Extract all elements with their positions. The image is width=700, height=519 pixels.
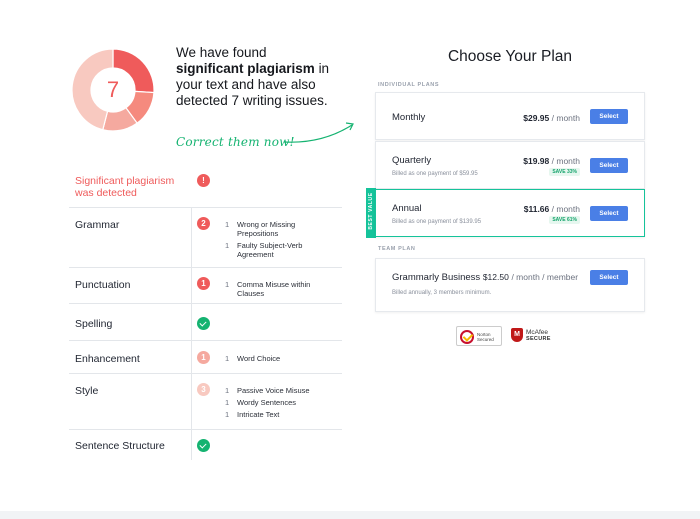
select-quarterly-button[interactable]: Select	[590, 158, 628, 173]
plan-name: Quarterly	[392, 155, 432, 166]
checkmark-icon	[197, 317, 210, 330]
issue-row-plagiarism: Significant plagiarism was detected !	[69, 168, 342, 208]
grammar-subitems: 1 Wrong or Missing Prepositions 1 Faulty S…	[225, 220, 335, 262]
save-badge: SAVE 61%	[549, 216, 580, 224]
select-monthly-button[interactable]: Select	[590, 109, 628, 124]
plagiarism-label: Significant plagiarism was detected	[75, 175, 175, 199]
style-label: Style	[75, 385, 99, 397]
list-item: 1 Wrong or Missing Prepositions	[225, 220, 296, 238]
column-divider	[191, 268, 192, 303]
style-subitems: 1 Passive Voice Misuse 1 Wordy Sentences 1…	[225, 386, 335, 422]
checkmark-icon	[197, 439, 210, 452]
issue-row-sentence-structure[interactable]: Sentence Structure	[69, 430, 342, 460]
list-item: 1 Wordy Sentences	[225, 398, 297, 407]
team-plan-label: TEAM PLAN	[378, 246, 416, 252]
issue-row-enhancement[interactable]: Enhancement 1 1 Word Choice	[69, 341, 342, 374]
results-headline: We have found significant plagiarism in …	[176, 45, 330, 108]
billing-note: Billed annually, 3 members minimum.	[392, 290, 492, 296]
plan-name: Monthly	[392, 112, 426, 123]
list-item: 1 Intricate Text	[225, 410, 280, 419]
norton-secured-badge: Norton Secured	[456, 326, 502, 346]
enhancement-label: Enhancement	[75, 353, 140, 365]
grammar-count-badge: 2	[197, 217, 210, 230]
correct-now-link[interactable]: Correct them now!	[176, 135, 295, 149]
issue-row-punctuation[interactable]: Punctuation 1 1 Comma Misuse within Claus…	[69, 268, 342, 304]
billing-note: Billed as one payment of $139.95	[392, 219, 482, 225]
issues-table: Significant plagiarism was detected ! Gr…	[69, 168, 342, 460]
enhancement-subitems: 1 Word Choice	[225, 354, 335, 366]
mcafee-shield-icon: M	[511, 328, 523, 342]
list-item: 1 Word Choice	[225, 354, 281, 363]
select-annual-button[interactable]: Select	[590, 206, 628, 221]
style-count-badge: 3	[197, 383, 210, 396]
select-business-button[interactable]: Select	[590, 270, 628, 285]
column-divider	[191, 341, 192, 373]
plan-price: $19.98 / month	[523, 156, 580, 166]
sentence-structure-label: Sentence Structure	[75, 440, 165, 452]
list-item: 1 Passive Voice Misuse	[225, 386, 310, 395]
norton-check-icon	[460, 330, 474, 344]
enhancement-count-badge: 1	[197, 351, 210, 364]
issue-row-grammar[interactable]: Grammar 2 1 Wrong or Missing Prepositions…	[69, 208, 342, 268]
alert-badge: !	[197, 174, 210, 187]
grammar-label: Grammar	[75, 219, 120, 231]
punctuation-label: Punctuation	[75, 279, 131, 291]
column-divider	[191, 430, 192, 460]
billing-note: Billed as one payment of $59.95	[392, 171, 478, 177]
bottom-strip	[0, 511, 700, 519]
punctuation-count-badge: 1	[197, 277, 210, 290]
issue-count: 7	[106, 77, 120, 102]
mcafee-secure-badge: M McAfee SECURE	[511, 326, 561, 346]
page-title: Choose Your Plan	[447, 48, 573, 65]
plan-price: $11.66 / month	[523, 204, 580, 214]
issue-row-style[interactable]: Style 3 1 Passive Voice Misuse 1 Wordy Sen…	[69, 374, 342, 430]
list-item: 1 Comma Misuse within Clauses	[225, 280, 311, 298]
individual-plans-label: INDIVIDUAL PLANS	[378, 82, 440, 88]
plan-card-business[interactable]: Grammarly Business $12.50 / month / memb…	[375, 258, 645, 312]
spelling-label: Spelling	[75, 318, 113, 330]
plan-card-quarterly[interactable]: Quarterly Billed as one payment of $59.9…	[375, 141, 645, 189]
column-divider	[191, 304, 192, 340]
plan-card-annual[interactable]: Annual Billed as one payment of $139.95 …	[375, 189, 645, 237]
column-divider	[191, 374, 192, 429]
headline-emphasis: significant plagiarism	[176, 61, 315, 76]
save-badge: SAVE 33%	[549, 168, 580, 176]
plan-name: Grammarly Business $12.50 / month / memb…	[392, 272, 579, 283]
plan-card-monthly[interactable]: Monthly $29.95 / month Select	[375, 92, 645, 140]
plagiarism-score-donut: 7	[71, 48, 155, 132]
column-divider	[191, 208, 192, 267]
issue-row-spelling[interactable]: Spelling	[69, 304, 342, 341]
list-item: 1 Faulty Subject-Verb Agreement	[225, 241, 303, 259]
plan-name: Annual	[392, 203, 422, 214]
punctuation-subitems: 1 Comma Misuse within Clauses	[225, 280, 335, 301]
arrow-right-icon	[283, 122, 354, 143]
plan-price: $29.95 / month	[523, 113, 580, 123]
